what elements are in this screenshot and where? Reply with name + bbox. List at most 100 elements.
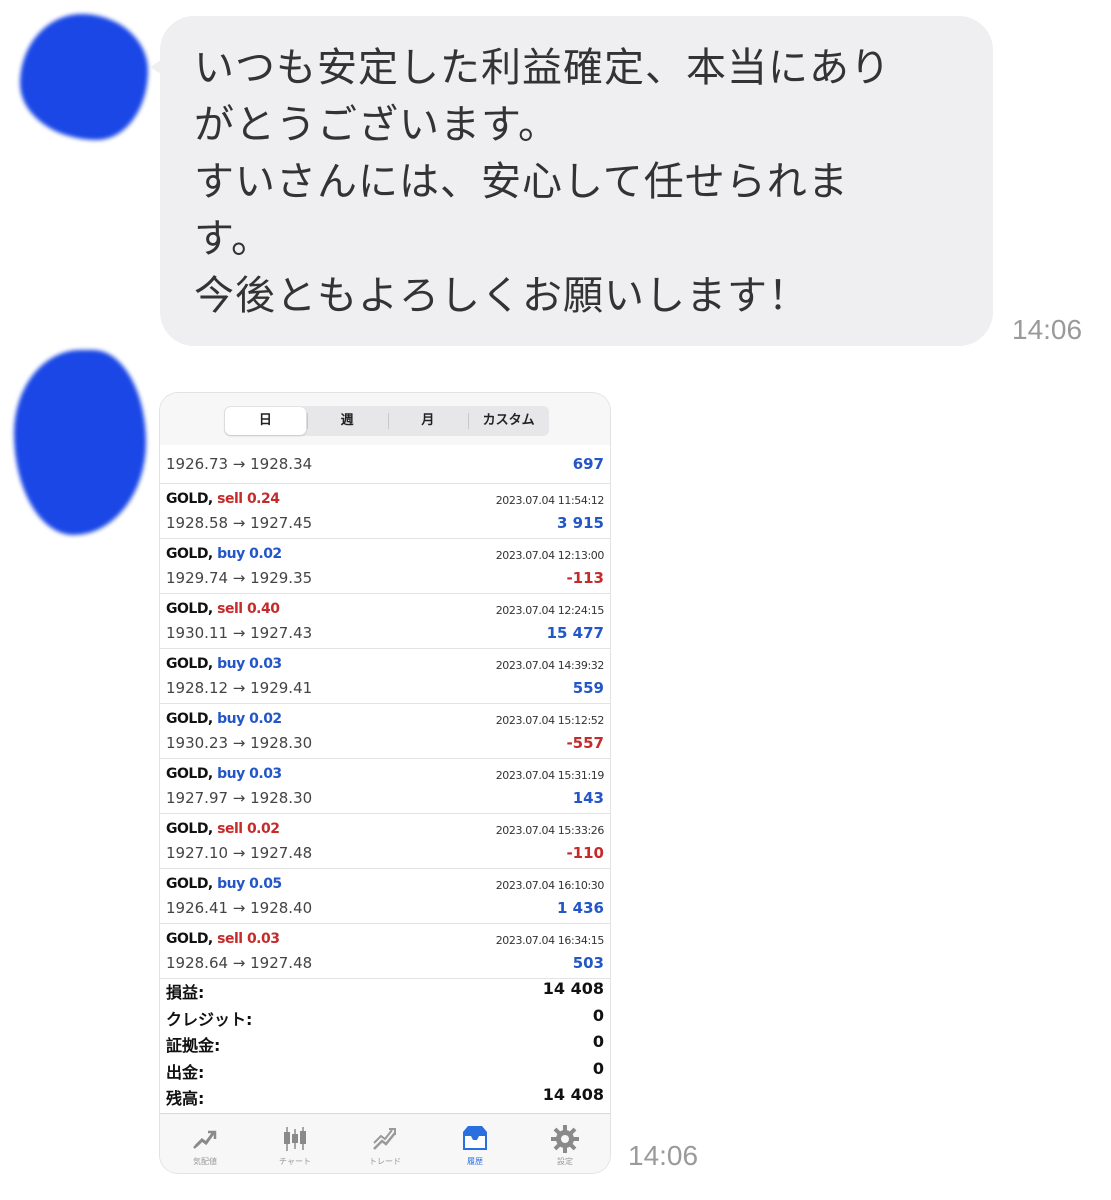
summary-label: クレジット: xyxy=(166,1009,253,1029)
trade-profit: -557 xyxy=(566,734,604,752)
trade-symbol: GOLD, buy 0.05 xyxy=(166,876,282,892)
segment-custom[interactable]: カスタム xyxy=(468,406,549,436)
message-bubble[interactable]: いつも安定した利益確定、本当にあり がとうございます。 すいさんには、安心して任… xyxy=(160,16,993,346)
message-line: いつも安定した利益確定、本当にあり xyxy=(194,45,891,91)
trade-profit: 143 xyxy=(572,789,604,807)
account-summary: 損益: 14 408 クレジット: 0 証拠金: 0 出金: 0 残高: 14 408 xyxy=(160,976,610,1109)
trade-side-volume: buy 0.02 xyxy=(217,546,282,562)
trade-prices: 1928.12 → 1929.41 xyxy=(166,679,313,697)
trade-side-volume: buy 0.02 xyxy=(217,711,282,727)
trade-datetime: 2023.07.04 11:54:12 xyxy=(495,494,605,507)
trade-side-volume: buy 0.05 xyxy=(217,876,282,892)
gear-icon xyxy=(548,1124,582,1154)
trade-row[interactable]: GOLD, sell 0.02 2023.07.04 15:33:26 1927.1… xyxy=(160,814,610,869)
trade-row[interactable]: GOLD, buy 0.02 2023.07.04 12:13:00 1929.74… xyxy=(160,539,610,594)
trade-prices: 1929.74 → 1929.35 xyxy=(166,569,313,587)
summary-row: 出金: 0 xyxy=(160,1056,610,1083)
bottom-tab-bar: 気配値 チャート トレード 履歴 設定 xyxy=(160,1113,610,1173)
summary-label: 証拠金: xyxy=(166,1036,221,1055)
summary-value: 14 408 xyxy=(542,1085,604,1104)
trade-side-volume: buy 0.03 xyxy=(217,656,282,672)
trade-profit: 3 915 xyxy=(557,514,604,532)
trade-side-volume: buy 0.03 xyxy=(217,766,282,782)
trade-history-list: 1926.73 → 1928.34 697 GOLD, sell 0.24 2023.… xyxy=(160,445,610,979)
trade-row[interactable]: GOLD, buy 0.03 2023.07.04 15:31:19 1927.97… xyxy=(160,759,610,814)
tab-label: 履歴 xyxy=(467,1157,483,1166)
trade-row[interactable]: GOLD, sell 0.24 2023.07.04 11:54:12 1928.5… xyxy=(160,484,610,539)
trade-profit: -110 xyxy=(566,844,604,862)
trade-datetime: 2023.07.04 12:13:00 xyxy=(495,549,605,562)
summary-label: 出金: xyxy=(166,1062,205,1082)
summary-label: 損益: xyxy=(166,983,205,1002)
tab-trade[interactable]: トレード xyxy=(340,1114,430,1173)
trade-symbol: GOLD, sell 0.03 xyxy=(166,931,280,947)
trade-datetime: 2023.07.04 12:24:15 xyxy=(495,604,605,617)
trade-side-volume: sell 0.02 xyxy=(217,821,280,837)
period-selector-bar: 日 週 月 カスタム xyxy=(160,393,610,445)
sender-avatar[interactable] xyxy=(20,14,148,140)
summary-value: 14 408 xyxy=(542,979,604,998)
trade-symbol: GOLD, buy 0.02 xyxy=(166,711,282,727)
tab-gear[interactable]: 設定 xyxy=(520,1114,610,1173)
trade-row[interactable]: GOLD, buy 0.03 2023.07.04 14:39:32 1928.12… xyxy=(160,649,610,704)
summary-row: クレジット: 0 xyxy=(160,1003,610,1030)
trade-profit: 1 436 xyxy=(557,899,604,917)
segment-month[interactable]: 月 xyxy=(387,406,469,436)
summary-label: 残高: xyxy=(166,1089,205,1108)
trade-row[interactable]: GOLD, buy 0.05 2023.07.04 16:10:30 1926.41… xyxy=(160,869,610,924)
candlestick-chart-icon xyxy=(278,1124,312,1154)
trade-datetime: 2023.07.04 16:34:15 xyxy=(495,934,605,947)
trade-prices: 1926.73 → 1928.34 xyxy=(166,455,313,473)
message-timestamp: 14:06 xyxy=(1012,314,1083,345)
tab-label: トレード xyxy=(369,1157,401,1166)
trade-prices: 1926.41 → 1928.40 xyxy=(166,899,313,917)
trade-icon xyxy=(368,1124,402,1154)
message-line: 今後ともよろしくお願いします！ xyxy=(194,273,809,319)
trade-symbol: GOLD, sell 0.40 xyxy=(166,601,280,617)
trade-symbol: GOLD, buy 0.03 xyxy=(166,766,282,782)
trade-prices: 1928.64 → 1927.48 xyxy=(166,954,313,972)
message-text: いつも安定した利益確定、本当にあり がとうございます。 すいさんには、安心して任… xyxy=(194,40,953,325)
trade-symbol: GOLD, buy 0.03 xyxy=(166,656,282,672)
summary-value: 0 xyxy=(592,1032,604,1051)
tab-label: チャート xyxy=(279,1157,311,1166)
summary-value: 0 xyxy=(592,1005,604,1025)
trade-datetime: 2023.07.04 15:31:19 xyxy=(495,769,605,782)
summary-row: 証拠金: 0 xyxy=(160,1029,610,1056)
sender-avatar[interactable] xyxy=(14,350,146,535)
trade-row[interactable]: GOLD, buy 0.02 2023.07.04 15:12:52 1930.23… xyxy=(160,704,610,759)
message-line: す。 xyxy=(194,216,272,262)
trade-profit: -113 xyxy=(566,569,604,587)
trade-prices: 1927.97 → 1928.30 xyxy=(166,789,313,807)
trade-datetime: 2023.07.04 16:10:30 xyxy=(495,879,605,892)
trade-side-volume: sell 0.03 xyxy=(217,931,280,947)
history-inbox-icon xyxy=(458,1124,492,1154)
trade-symbol: GOLD, sell 0.02 xyxy=(166,821,280,837)
trade-profit: 697 xyxy=(572,455,604,473)
trade-profit: 559 xyxy=(572,679,604,697)
trade-side-volume: sell 0.24 xyxy=(217,491,280,507)
summary-row: 損益: 14 408 xyxy=(160,976,610,1003)
message-timestamp: 14:06 xyxy=(628,1140,699,1171)
trade-row[interactable]: GOLD, sell 0.40 2023.07.04 12:24:15 1930.1… xyxy=(160,594,610,649)
image-message[interactable]: 日 週 月 カスタム 1926.73 → 1928.34 697 GOLD, sel… xyxy=(160,393,610,1173)
message-line: がとうございます。 xyxy=(194,102,559,148)
segment-week[interactable]: 週 xyxy=(306,406,388,436)
tab-candlestick-chart[interactable]: チャート xyxy=(250,1114,340,1173)
tab-quotes[interactable]: 気配値 xyxy=(160,1114,250,1173)
trade-row[interactable]: 1926.73 → 1928.34 697 xyxy=(160,445,610,484)
summary-row: 残高: 14 408 xyxy=(160,1082,610,1109)
trade-datetime: 2023.07.04 14:39:32 xyxy=(495,659,605,672)
trade-prices: 1930.23 → 1928.30 xyxy=(166,734,313,752)
quotes-icon xyxy=(188,1124,222,1154)
trade-profit: 15 477 xyxy=(546,624,604,642)
trade-row[interactable]: GOLD, sell 0.03 2023.07.04 16:34:15 1928.6… xyxy=(160,924,610,979)
segment-day[interactable]: 日 xyxy=(225,407,306,435)
tab-history-inbox[interactable]: 履歴 xyxy=(430,1114,520,1173)
trade-datetime: 2023.07.04 15:12:52 xyxy=(495,714,605,727)
trade-prices: 1928.58 → 1927.45 xyxy=(166,514,313,532)
trade-prices: 1930.11 → 1927.43 xyxy=(166,624,313,642)
trade-symbol: GOLD, buy 0.02 xyxy=(166,546,282,562)
summary-value: 0 xyxy=(592,1058,604,1078)
tab-label: 気配値 xyxy=(193,1157,217,1166)
